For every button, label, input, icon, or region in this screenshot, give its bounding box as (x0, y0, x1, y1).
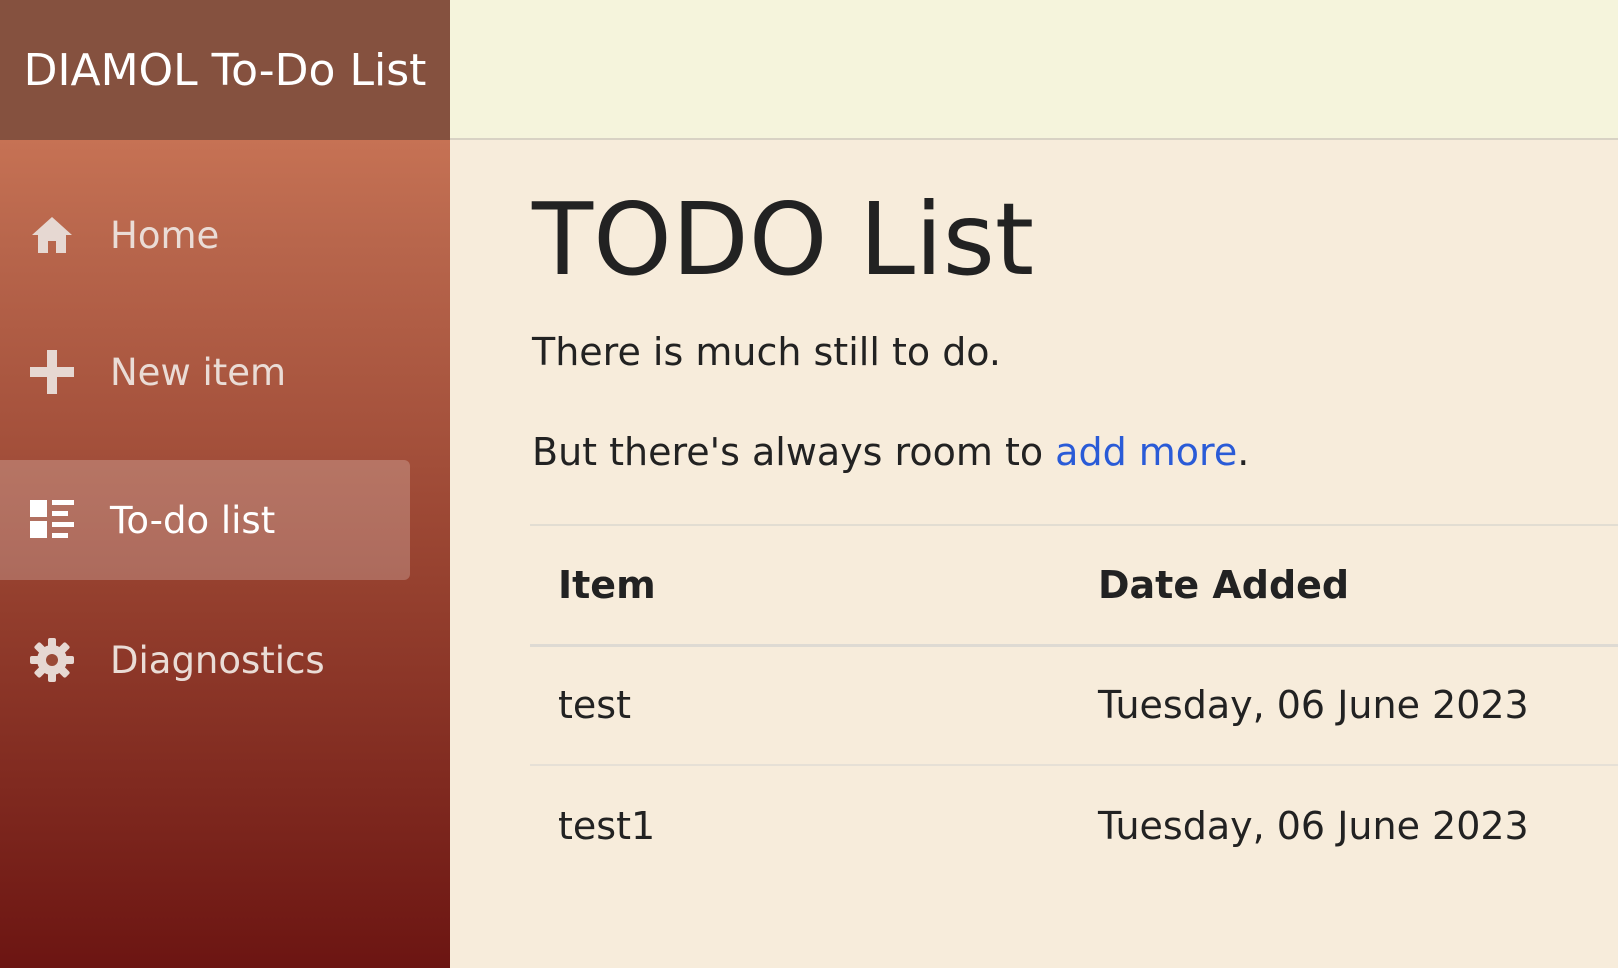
sidebar: DIAMOL To-Do List Home New item To-do li… (0, 0, 450, 968)
brand-bar[interactable]: DIAMOL To-Do List (0, 0, 450, 140)
page-title: TODO List (532, 181, 1035, 298)
home-icon (28, 211, 76, 259)
sidebar-item-new-item[interactable]: New item (0, 312, 410, 432)
plus-icon (28, 348, 76, 396)
gear-icon (28, 636, 76, 684)
lead-text-add-more: But there's always room to add more. (532, 430, 1249, 474)
lead-prefix: But there's always room to (532, 430, 1056, 474)
column-header-date-added: Date Added (1070, 524, 1618, 647)
date-cell: Tuesday, 06 June 2023 (1070, 645, 1618, 766)
app-window: DIAMOL To-Do List Home New item To-do li… (0, 0, 1618, 968)
sidebar-item-todo-list[interactable]: To-do list (0, 460, 410, 580)
sidebar-item-label: Home (110, 213, 220, 257)
column-header-item: Item (530, 524, 1070, 647)
lead-suffix: . (1237, 430, 1250, 474)
sidebar-item-label: To-do list (110, 498, 276, 542)
sidebar-item-label: Diagnostics (110, 638, 325, 682)
app-title[interactable]: DIAMOL To-Do List (24, 45, 427, 96)
todo-table: Item Date Added test Tuesday, 06 June 20… (530, 524, 1618, 885)
sidebar-item-label: New item (110, 350, 287, 394)
table-row: test1 Tuesday, 06 June 2023 (530, 765, 1618, 885)
sidebar-item-home[interactable]: Home (0, 175, 410, 295)
list-icon (28, 496, 76, 544)
add-more-link[interactable]: add more (1055, 430, 1237, 474)
sidebar-item-diagnostics[interactable]: Diagnostics (0, 600, 410, 720)
lead-text: There is much still to do. (532, 330, 1001, 374)
table-row: test Tuesday, 06 June 2023 (530, 645, 1618, 766)
main-content: TODO List There is much still to do. But… (450, 140, 1618, 968)
date-cell: Tuesday, 06 June 2023 (1098, 803, 1529, 848)
item-cell: test1 (558, 803, 656, 848)
table-header-row: Item Date Added (530, 524, 1618, 647)
item-cell: test (530, 645, 1070, 766)
top-bar (450, 0, 1618, 140)
